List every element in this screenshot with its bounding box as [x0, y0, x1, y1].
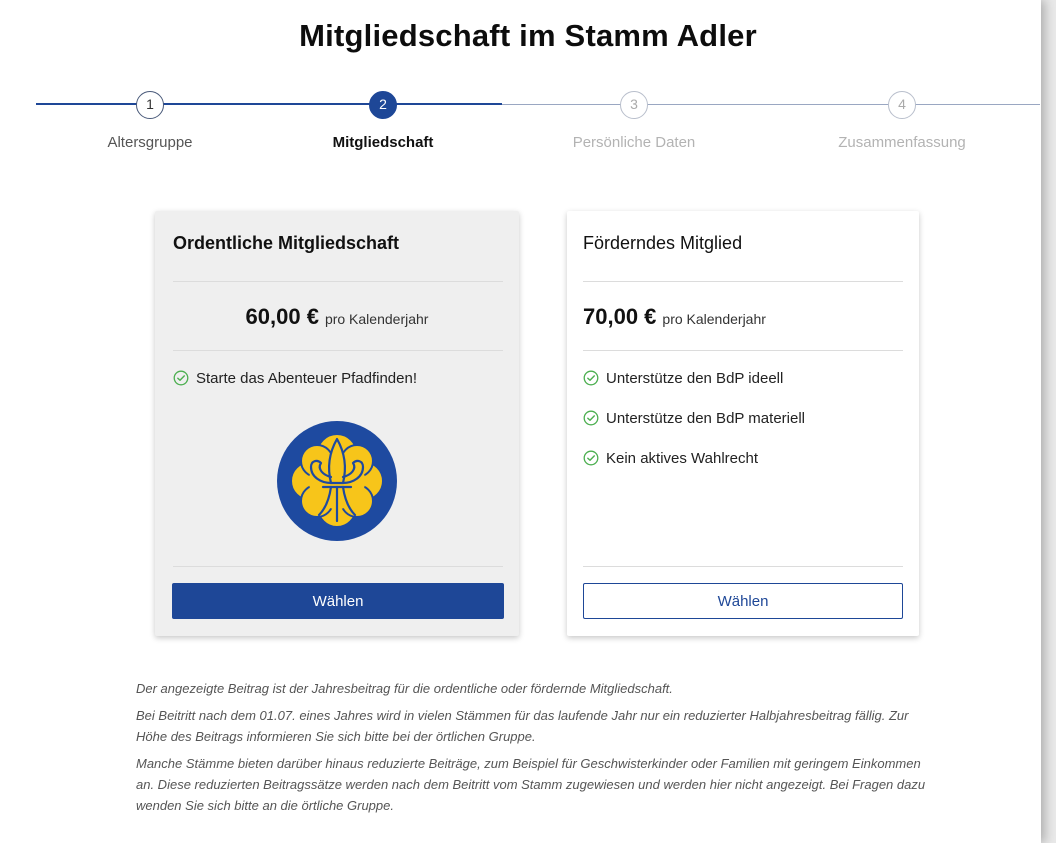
note-paragraph: Bei Beitritt nach dem 01.07. eines Jahre… [136, 708, 909, 744]
card-title: Ordentliche Mitgliedschaft [173, 233, 400, 253]
step-label: Zusammenfassung [838, 134, 966, 151]
feature-item: Starte das Abenteuer Pfadfinden! [173, 358, 509, 398]
bdp-lily-emblem-icon [277, 421, 397, 541]
step-label: Altersgruppe [107, 134, 193, 151]
card-divider [173, 350, 503, 351]
step-number: 4 [888, 91, 916, 119]
membership-card-ordentlich: Ordentliche Mitgliedschaft 60,00 € pro Ka… [155, 211, 519, 636]
step-number: 3 [620, 91, 648, 119]
feature-item: Kein aktives Wahlrecht [583, 438, 909, 478]
feature-text: Starte das Abenteuer Pfadfinden! [196, 369, 417, 387]
fee-notes: Der angezeigte Beitrag ist der Jahresbei… [136, 678, 926, 822]
card-divider [583, 281, 903, 282]
feature-text: Unterstütze den BdP ideell [606, 369, 784, 387]
page: Mitgliedschaft im Stamm Adler 1 Altersgr… [0, 0, 1041, 843]
card-title: Förderndes Mitglied [583, 233, 743, 253]
note-paragraph: Der angezeigte Beitrag ist der Jahresbei… [136, 681, 673, 696]
feature-list: Starte das Abenteuer Pfadfinden! [173, 369, 509, 409]
feature-list: Unterstütze den BdP ideell Unterstütze d… [583, 369, 909, 489]
step-zusammenfassung: 4 Zusammenfassung [782, 91, 1022, 151]
price-period: pro Kalenderjahr [324, 311, 429, 327]
price-amount: 70,00 € [583, 304, 657, 329]
step-mitgliedschaft[interactable]: 2 Mitgliedschaft [263, 91, 503, 151]
price-row: 70,00 € pro Kalenderjahr [583, 304, 919, 330]
check-circle-icon [173, 370, 189, 386]
choose-foerderndes-mitglied-button[interactable]: Wählen [583, 583, 903, 619]
price-period: pro Kalenderjahr [662, 311, 766, 327]
card-divider [583, 566, 903, 567]
feature-item: Unterstütze den BdP materiell [583, 398, 909, 438]
feature-text: Kein aktives Wahlrecht [606, 449, 759, 467]
page-title: Mitgliedschaft im Stamm Adler [299, 18, 757, 53]
check-circle-icon [583, 370, 599, 386]
check-circle-icon [583, 450, 599, 466]
feature-text: Unterstütze den BdP materiell [606, 409, 805, 427]
step-label: Persönliche Daten [572, 134, 696, 151]
choose-ordentliche-mitgliedschaft-button[interactable]: Wählen [172, 583, 504, 619]
card-divider [583, 350, 903, 351]
check-circle-icon [583, 410, 599, 426]
price-amount: 60,00 € [245, 304, 319, 329]
step-label: Mitgliedschaft [332, 134, 434, 151]
step-number: 1 [136, 91, 164, 119]
membership-card-foerdernd: Förderndes Mitglied 70,00 € pro Kalenderj… [567, 211, 919, 636]
card-divider [173, 566, 503, 567]
step-persoenliche-daten: 3 Persönliche Daten [514, 91, 754, 151]
step-number: 2 [369, 91, 397, 119]
feature-item: Unterstütze den BdP ideell [583, 358, 909, 398]
note-paragraph: Manche Stämme bieten darüber hinaus redu… [136, 756, 926, 813]
price-row: 60,00 € pro Kalenderjahr [155, 304, 519, 330]
step-altersgruppe[interactable]: 1 Altersgruppe [30, 91, 270, 151]
card-divider [173, 281, 503, 282]
